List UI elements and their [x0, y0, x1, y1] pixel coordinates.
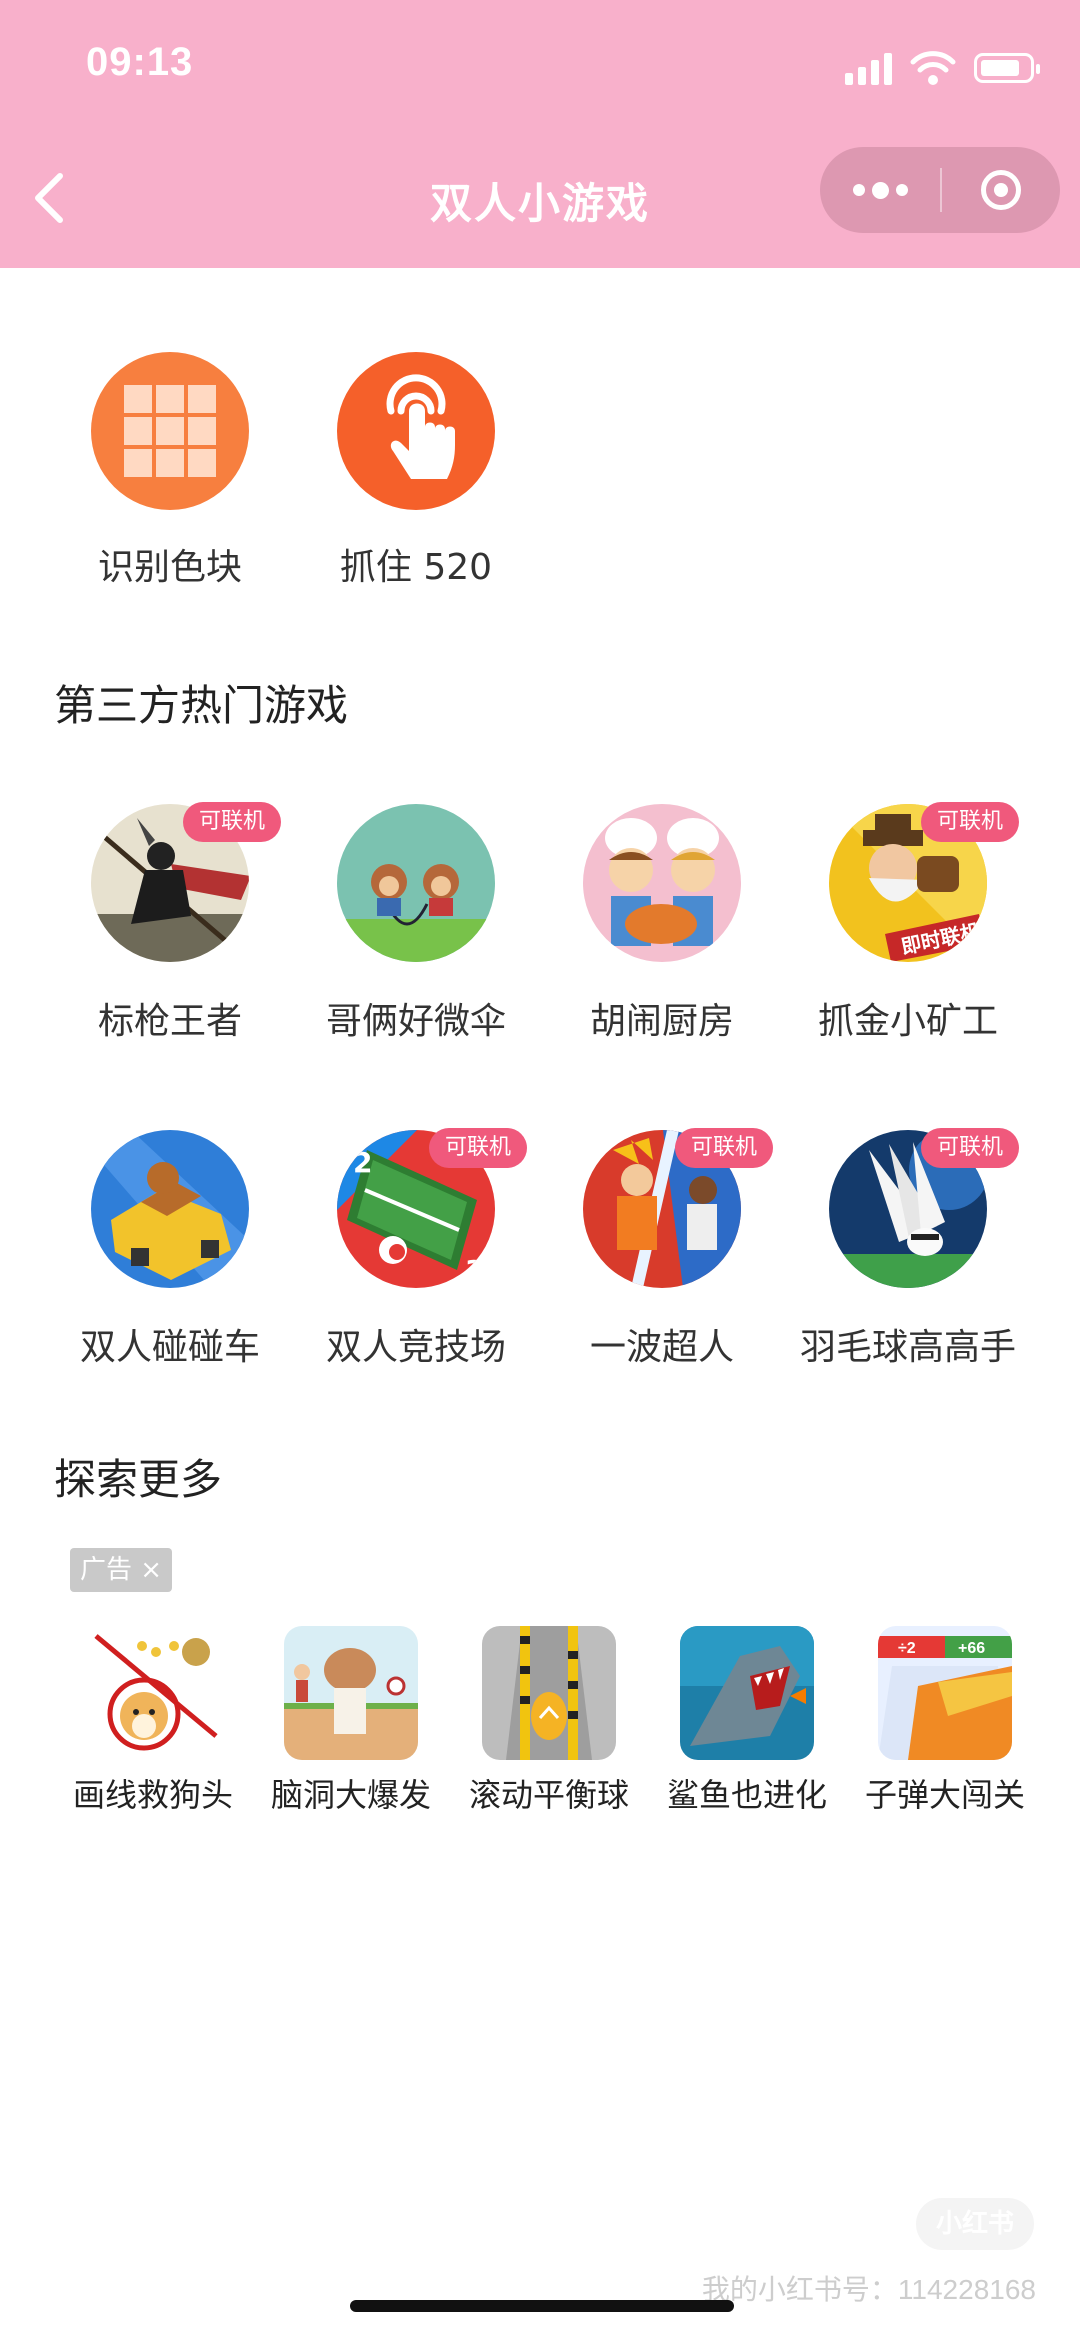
header-bar: 09:13 双人小游戏 [0, 0, 1080, 268]
top-item-label: 抓住 520 [339, 547, 493, 588]
watermark-text: 我的小红书号：114228168 [701, 2274, 1036, 2305]
status-time: 09:13 [86, 40, 194, 84]
tap-hand-icon [337, 352, 495, 510]
online-badge: 可联机 [921, 1128, 1020, 1168]
top-item-catch-520[interactable]: 抓住 520 [326, 352, 506, 590]
capsule-menu [820, 147, 1060, 233]
game-thumbnail [284, 1626, 418, 1760]
game-superman-wave[interactable]: 可联机 一波超人 [542, 1128, 782, 1370]
ad-tag[interactable]: 广告 × [70, 1548, 173, 1592]
home-indicator [350, 2300, 734, 2312]
mini-game-bullet-challenge[interactable]: ÷2 +66 子弹大闯关 [846, 1626, 1044, 1816]
game-label: 羽毛球高高手 [799, 1327, 1016, 1368]
game-bumper-cars[interactable]: 双人碰碰车 [50, 1130, 290, 1370]
game-label: 双人竞技场 [325, 1327, 506, 1368]
section-title-explore: 探索更多 [54, 1455, 223, 1504]
game-brothers-umbrella[interactable]: 哥俩好微伞 [296, 804, 536, 1044]
mini-game-label: 滚动平衡球 [468, 1776, 629, 1814]
game-overcooked[interactable]: 胡闹厨房 [542, 804, 782, 1044]
signal-icon [845, 51, 892, 85]
online-badge: 可联机 [183, 802, 282, 842]
svg-text:÷2: ÷2 [898, 1640, 916, 1657]
game-thumbnail [680, 1626, 814, 1760]
game-javelin-king[interactable]: 可联机 标枪王者 [50, 802, 290, 1044]
game-label: 标枪王者 [97, 1001, 242, 1042]
online-badge: 可联机 [429, 1128, 528, 1168]
game-label: 抓金小矿工 [817, 1001, 998, 1042]
online-badge: 可联机 [675, 1128, 774, 1168]
mini-game-brain-burst[interactable]: 脑洞大爆发 [252, 1626, 450, 1816]
game-gold-miner[interactable]: 即时联机 可联机 抓金小矿工 [788, 802, 1028, 1044]
game-thumbnail [482, 1626, 616, 1760]
game-label: 哥俩好微伞 [325, 1001, 506, 1042]
game-badminton-master[interactable]: 可联机 羽毛球高高手 [788, 1128, 1028, 1370]
game-thumbnail [86, 1626, 220, 1760]
game-duel-arena[interactable]: 2 3 可联机 双人竞技场 [296, 1128, 536, 1370]
battery-icon [974, 53, 1040, 83]
game-label: 双人碰碰车 [79, 1327, 260, 1368]
mini-game-shark-evolve[interactable]: 鲨鱼也进化 [648, 1626, 846, 1816]
section-title-hot-games: 第三方热门游戏 [54, 681, 349, 730]
online-badge: 可联机 [921, 802, 1020, 842]
status-icons [845, 48, 1040, 88]
top-item-color-blocks[interactable]: 识别色块 [80, 352, 260, 590]
mini-game-rolling-ball[interactable]: 滚动平衡球 [450, 1626, 648, 1816]
close-miniprogram-icon[interactable] [942, 147, 1060, 233]
svg-text:3: 3 [465, 1254, 484, 1287]
top-item-label: 识别色块 [97, 547, 242, 588]
game-label: 胡闹厨房 [589, 1001, 734, 1042]
more-dots-icon[interactable] [820, 147, 940, 233]
watermark-logo: 小红书 [916, 2198, 1034, 2250]
wifi-icon [910, 51, 956, 85]
mini-game-label: 鲨鱼也进化 [666, 1776, 827, 1814]
mini-game-label: 脑洞大爆发 [270, 1776, 431, 1814]
mini-game-label: 子弹大闯关 [864, 1776, 1025, 1814]
game-thumbnail: ÷2 +66 [878, 1626, 1012, 1760]
game-label: 一波超人 [589, 1327, 734, 1368]
mini-game-draw-save-dog[interactable]: 画线救狗头 [54, 1626, 252, 1816]
svg-text:+66: +66 [958, 1640, 985, 1657]
game-thumbnail [337, 804, 495, 962]
game-thumbnail [583, 804, 741, 962]
game-thumbnail [91, 1130, 249, 1288]
mini-game-label: 画线救狗头 [72, 1776, 233, 1814]
grid-icon [91, 352, 249, 510]
svg-text:2: 2 [353, 1146, 372, 1179]
ad-tag-label: 广告 [80, 1555, 133, 1585]
